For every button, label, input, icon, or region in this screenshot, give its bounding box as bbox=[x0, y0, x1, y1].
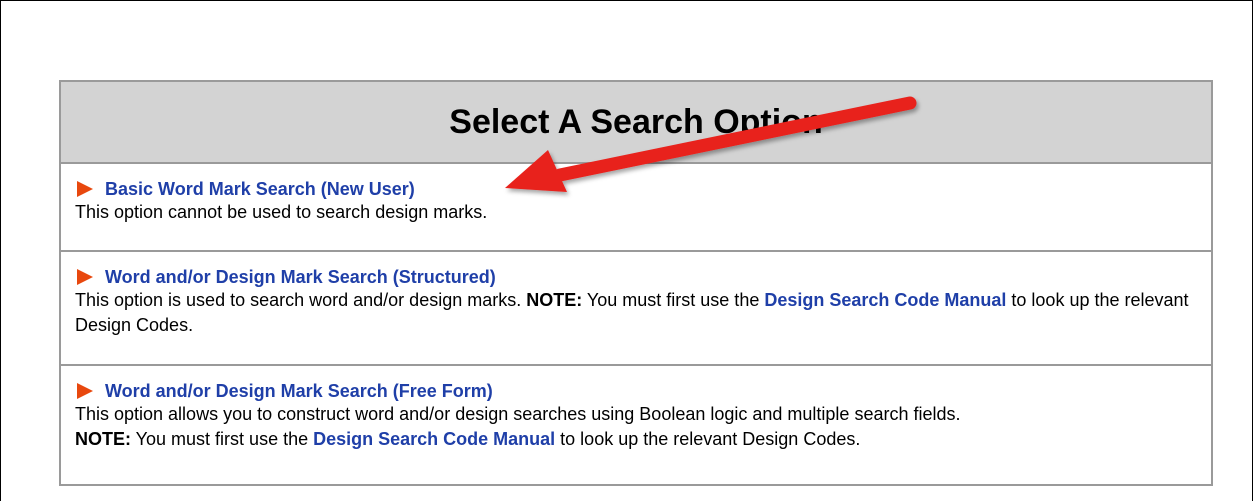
panel-header: Select A Search Option bbox=[61, 82, 1211, 164]
option-description: This option allows you to construct word… bbox=[75, 402, 1197, 452]
option-free-form-search: Word and/or Design Mark Search (Free For… bbox=[61, 366, 1211, 484]
triangle-bullet-icon bbox=[77, 269, 93, 285]
design-search-code-manual-link[interactable]: Design Search Code Manual bbox=[313, 429, 555, 449]
desc-text: This option is used to search word and/o… bbox=[75, 290, 527, 310]
desc-text: This option allows you to construct word… bbox=[75, 404, 961, 424]
note-label: NOTE: bbox=[526, 290, 583, 310]
search-options-panel: Select A Search Option Basic Word Mark S… bbox=[59, 80, 1213, 486]
desc-text: You must first use the bbox=[131, 429, 314, 449]
free-form-search-link[interactable]: Word and/or Design Mark Search (Free For… bbox=[105, 381, 493, 402]
design-search-code-manual-link[interactable]: Design Search Code Manual bbox=[764, 290, 1006, 310]
basic-word-mark-search-link[interactable]: Basic Word Mark Search (New User) bbox=[105, 179, 415, 200]
page-title: Select A Search Option bbox=[449, 102, 823, 141]
triangle-bullet-icon bbox=[77, 181, 93, 197]
desc-text: to look up the relevant Design Codes. bbox=[555, 429, 861, 449]
note-label: NOTE: bbox=[75, 429, 131, 449]
option-basic-word-mark: Basic Word Mark Search (New User) This o… bbox=[61, 164, 1211, 252]
option-description: This option is used to search word and/o… bbox=[75, 288, 1197, 338]
structured-search-link[interactable]: Word and/or Design Mark Search (Structur… bbox=[105, 267, 496, 288]
option-description: This option cannot be used to search des… bbox=[75, 202, 488, 222]
triangle-bullet-icon bbox=[77, 383, 93, 399]
desc-text: You must first use the bbox=[582, 290, 765, 310]
option-structured-search: Word and/or Design Mark Search (Structur… bbox=[61, 252, 1211, 366]
